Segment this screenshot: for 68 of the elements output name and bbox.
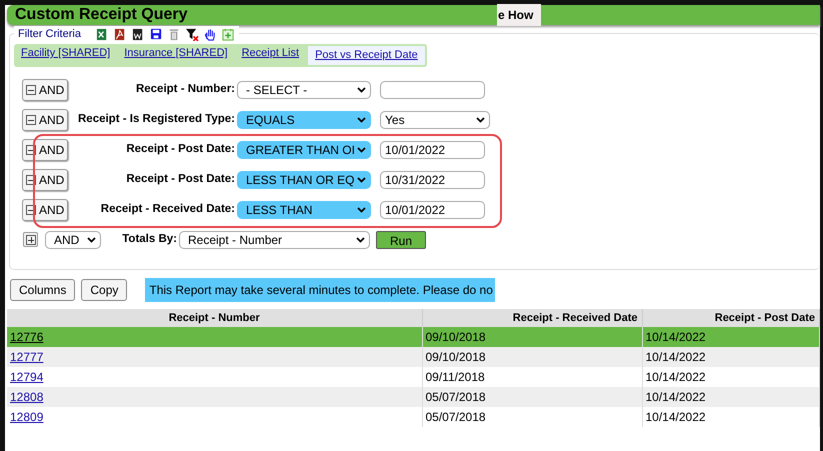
and-button[interactable]: AND bbox=[22, 108, 68, 130]
operator-select[interactable]: LESS THAN bbox=[237, 200, 371, 218]
connector-select[interactable]: AND bbox=[45, 230, 101, 248]
column-header: Receipt - Number bbox=[7, 309, 422, 327]
receipt-link[interactable]: 12808 bbox=[10, 390, 44, 404]
field-label: Receipt - Received Date: bbox=[100, 202, 236, 217]
table-cell: 10/14/2022 bbox=[642, 347, 820, 367]
pdf-icon[interactable] bbox=[114, 28, 127, 41]
caret-icon bbox=[357, 86, 366, 92]
input-field[interactable] bbox=[380, 80, 485, 98]
hand-icon[interactable] bbox=[204, 28, 217, 41]
column-header: Receipt - Post Date bbox=[642, 309, 820, 327]
operator-select[interactable]: - SELECT - bbox=[237, 80, 371, 98]
action-button[interactable]: Columns bbox=[10, 279, 76, 301]
caret-icon bbox=[476, 116, 485, 122]
column-header: Receipt - Received Date bbox=[422, 309, 642, 327]
and-button[interactable]: AND bbox=[22, 198, 68, 220]
input-field[interactable]: 10/01/2022 bbox=[380, 200, 485, 218]
receipt-link[interactable]: 12776 bbox=[10, 330, 44, 344]
excel-icon[interactable] bbox=[96, 28, 109, 41]
tab[interactable]: Receipt List bbox=[234, 44, 306, 66]
and-button[interactable]: AND bbox=[22, 138, 68, 160]
run-button[interactable]: Run bbox=[376, 230, 426, 248]
table-cell: 05/07/2018 bbox=[422, 387, 642, 407]
caret-icon bbox=[357, 116, 366, 122]
totals-select[interactable]: Receipt - Number bbox=[179, 230, 370, 248]
action-button[interactable]: Copy bbox=[81, 279, 128, 301]
receipt-link[interactable]: 12794 bbox=[10, 370, 44, 384]
save-icon[interactable] bbox=[150, 28, 163, 41]
input-field[interactable]: 10/01/2022 bbox=[380, 140, 485, 158]
caret-icon bbox=[357, 176, 366, 182]
tab[interactable]: Post vs Receipt Date bbox=[306, 44, 427, 66]
table-cell: 05/07/2018 bbox=[422, 407, 642, 427]
operator-select[interactable]: LESS THAN OR EQ bbox=[237, 170, 371, 188]
operator-select[interactable]: GREATER THAN OI bbox=[237, 140, 371, 158]
table-cell: 10/14/2022 bbox=[642, 387, 820, 407]
table-cell: 10/14/2022 bbox=[642, 327, 820, 347]
add-calendar-icon[interactable] bbox=[222, 28, 235, 41]
field-label: Receipt - Number: bbox=[134, 82, 236, 97]
add-button[interactable] bbox=[23, 232, 38, 247]
field-label: Receipt - Is Registered Type: bbox=[77, 112, 236, 127]
trash-icon[interactable] bbox=[168, 28, 181, 41]
clear-filter-icon[interactable] bbox=[186, 28, 199, 41]
field-label: Receipt - Post Date: bbox=[125, 142, 236, 157]
input-field[interactable]: 10/31/2022 bbox=[380, 170, 485, 188]
table-cell: 09/10/2018 bbox=[422, 327, 642, 347]
caret-icon bbox=[357, 146, 366, 152]
window-title: Custom Receipt Query bbox=[14, 5, 188, 25]
and-button[interactable]: AND bbox=[22, 168, 68, 190]
totals-label: Totals By: bbox=[121, 232, 178, 247]
operator-select[interactable]: EQUALS bbox=[237, 110, 371, 128]
receipt-link[interactable]: 12809 bbox=[10, 410, 44, 424]
caret-icon bbox=[356, 236, 365, 242]
tab[interactable]: Facility [SHARED] bbox=[14, 44, 118, 66]
and-button[interactable]: AND bbox=[22, 78, 68, 100]
value-select[interactable]: Yes bbox=[380, 110, 490, 128]
table-cell: 09/10/2018 bbox=[422, 347, 642, 367]
caret-icon bbox=[357, 206, 366, 212]
notice-banner: This Report may take several minutes to complete. Please do no bbox=[145, 278, 496, 302]
fieldset-legend: Filter Criteria bbox=[18, 26, 81, 42]
tooltip-text: e How bbox=[497, 4, 542, 26]
word-icon[interactable] bbox=[132, 28, 145, 41]
tab[interactable]: Insurance [SHARED] bbox=[117, 44, 235, 66]
field-label: Receipt - Post Date: bbox=[125, 172, 236, 187]
receipt-link[interactable]: 12777 bbox=[10, 350, 44, 364]
table-row[interactable]: 12809 05/07/2018 10/14/2022 bbox=[7, 407, 820, 427]
caret-icon bbox=[87, 236, 96, 242]
table-cell: 10/14/2022 bbox=[642, 407, 820, 427]
